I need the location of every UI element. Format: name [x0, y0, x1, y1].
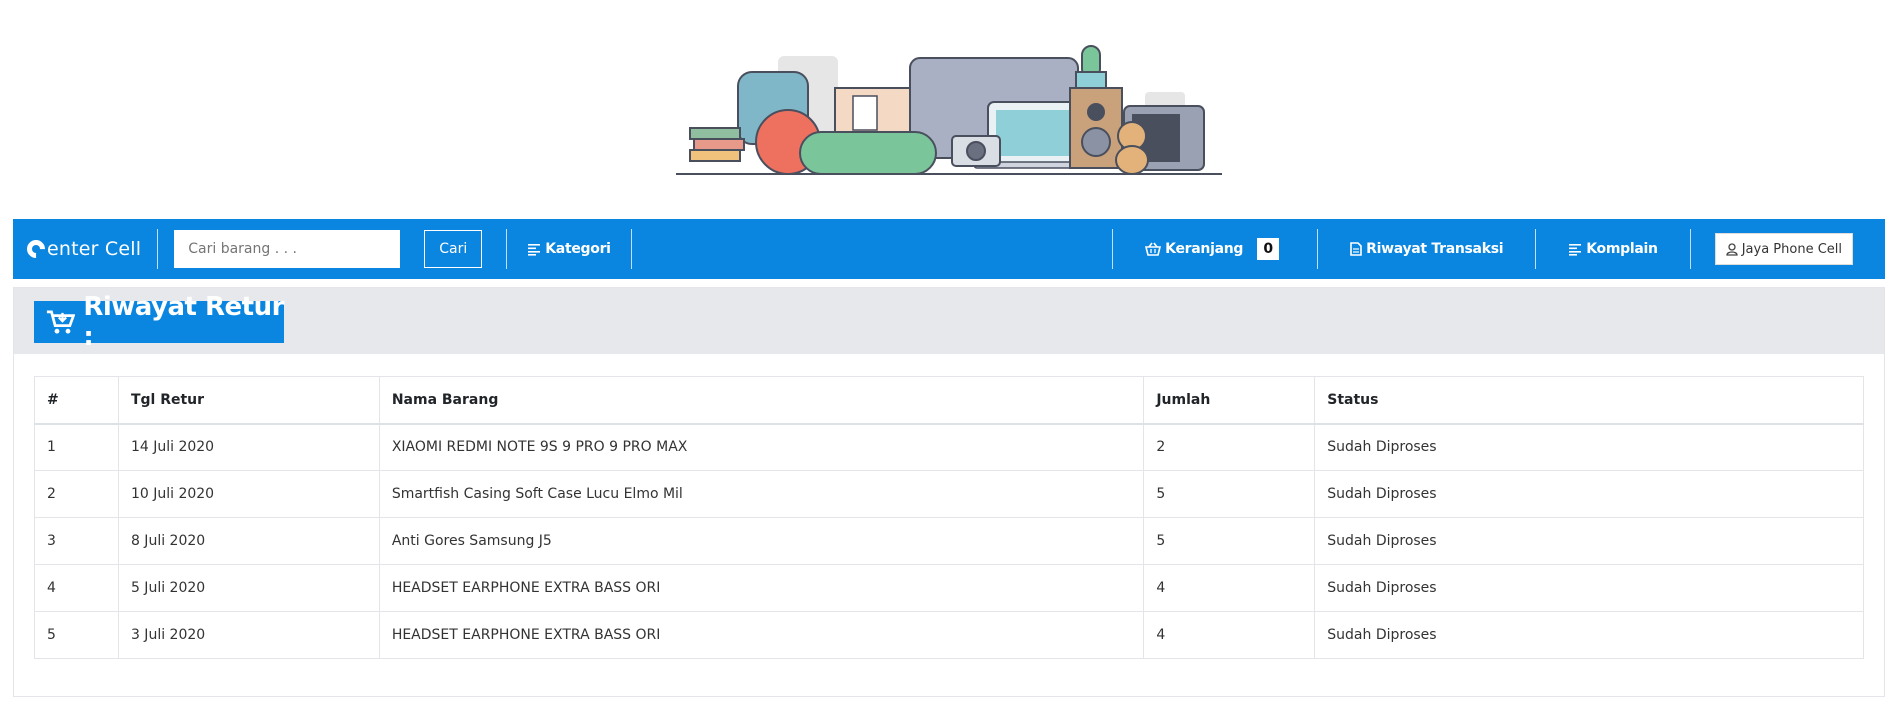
cell-tgl-retur: 10 Juli 2020 [117, 470, 380, 518]
top-navbar: enter Cell Cari Kategori Keranjang 0 [13, 219, 1885, 279]
nav-keranjang-label: Keranjang [1165, 241, 1244, 257]
document-icon [1350, 242, 1362, 256]
retur-table: # Tgl Retur Nama Barang Jumlah Status 1 … [34, 376, 1864, 659]
store-illustration [676, 45, 1222, 175]
cell-tgl-retur: 5 Juli 2020 [117, 564, 380, 612]
col-header-tgl-retur: Tgl Retur [117, 376, 380, 425]
col-header-nama-barang: Nama Barang [378, 376, 1145, 425]
nav-riwayat-transaksi-label: Riwayat Transaksi [1366, 241, 1504, 257]
list-icon [528, 244, 541, 256]
col-header-number: # [34, 376, 119, 425]
cell-jumlah: 5 [1143, 517, 1316, 565]
table-row: 2 10 Juli 2020 Smartfish Casing Soft Cas… [34, 470, 1864, 518]
basket-icon [1145, 242, 1162, 256]
cell-status: Sudah Diproses [1314, 564, 1864, 612]
brand-name: enter Cell [47, 238, 142, 260]
list-icon [1569, 244, 1582, 256]
brand-logo-icon [23, 236, 49, 262]
cell-nama-barang: Smartfish Casing Soft Case Lucu Elmo Mil [378, 470, 1145, 518]
main-content: Riwayat Retur : # Tgl Retur Nama Barang … [13, 287, 1885, 697]
brand-link[interactable]: enter Cell [23, 219, 157, 279]
col-header-status: Status [1314, 376, 1864, 425]
cell-jumlah: 2 [1143, 423, 1316, 471]
cell-jumlah: 4 [1143, 611, 1316, 659]
nav-riwayat-transaksi[interactable]: Riwayat Transaksi [1318, 219, 1535, 279]
nav-divider [630, 229, 632, 269]
user-name: Jaya Phone Cell [1741, 241, 1842, 257]
cell-nama-barang: HEADSET EARPHONE EXTRA BASS ORI [378, 564, 1145, 612]
cell-jumlah: 4 [1143, 564, 1316, 612]
cell-status: Sudah Diproses [1314, 611, 1864, 659]
search-input[interactable] [174, 230, 401, 268]
col-header-jumlah: Jumlah [1143, 376, 1316, 425]
title-bar: Riwayat Retur : [14, 288, 1884, 354]
table-row: 4 5 Juli 2020 HEADSET EARPHONE EXTRA BAS… [34, 564, 1864, 612]
search-button[interactable]: Cari [424, 230, 483, 268]
cell-nama-barang: HEADSET EARPHONE EXTRA BASS ORI [378, 611, 1145, 659]
cart-download-icon [46, 310, 76, 334]
cell-jumlah: 5 [1143, 470, 1316, 518]
nav-keranjang[interactable]: Keranjang 0 [1113, 219, 1317, 279]
cell-number: 1 [34, 423, 119, 471]
cell-number: 2 [34, 470, 119, 518]
cell-status: Sudah Diproses [1314, 517, 1864, 565]
nav-komplain[interactable]: Komplain [1536, 219, 1689, 279]
cell-number: 3 [34, 517, 119, 565]
table-row: 5 3 Juli 2020 HEADSET EARPHONE EXTRA BAS… [34, 611, 1864, 659]
cell-tgl-retur: 14 Juli 2020 [117, 423, 380, 471]
cell-number: 4 [34, 564, 119, 612]
nav-komplain-label: Komplain [1586, 241, 1658, 257]
nav-divider [1689, 229, 1691, 269]
cell-tgl-retur: 3 Juli 2020 [117, 611, 380, 659]
page-title: Riwayat Retur : [34, 292, 284, 352]
cell-status: Sudah Diproses [1314, 470, 1864, 518]
cart-count-badge: 0 [1257, 238, 1280, 260]
cell-tgl-retur: 8 Juli 2020 [117, 517, 380, 565]
user-account-button[interactable]: Jaya Phone Cell [1714, 233, 1853, 265]
table-header-row: # Tgl Retur Nama Barang Jumlah Status [34, 376, 1864, 425]
cell-nama-barang: Anti Gores Samsung J5 [378, 517, 1145, 565]
hero-banner [0, 0, 1897, 220]
nav-kategori[interactable]: Kategori [507, 219, 630, 279]
cell-status: Sudah Diproses [1314, 423, 1864, 471]
cell-nama-barang: XIAOMI REDMI NOTE 9S 9 PRO 9 PRO MAX [378, 423, 1145, 471]
nav-divider [157, 229, 159, 269]
table-row: 1 14 Juli 2020 XIAOMI REDMI NOTE 9S 9 PR… [34, 423, 1864, 471]
page-title-text: Riwayat Retur : [83, 292, 284, 352]
cell-number: 5 [34, 611, 119, 659]
nav-kategori-label: Kategori [545, 241, 611, 257]
user-icon [1726, 242, 1738, 256]
table-row: 3 8 Juli 2020 Anti Gores Samsung J5 5 Su… [34, 517, 1864, 565]
